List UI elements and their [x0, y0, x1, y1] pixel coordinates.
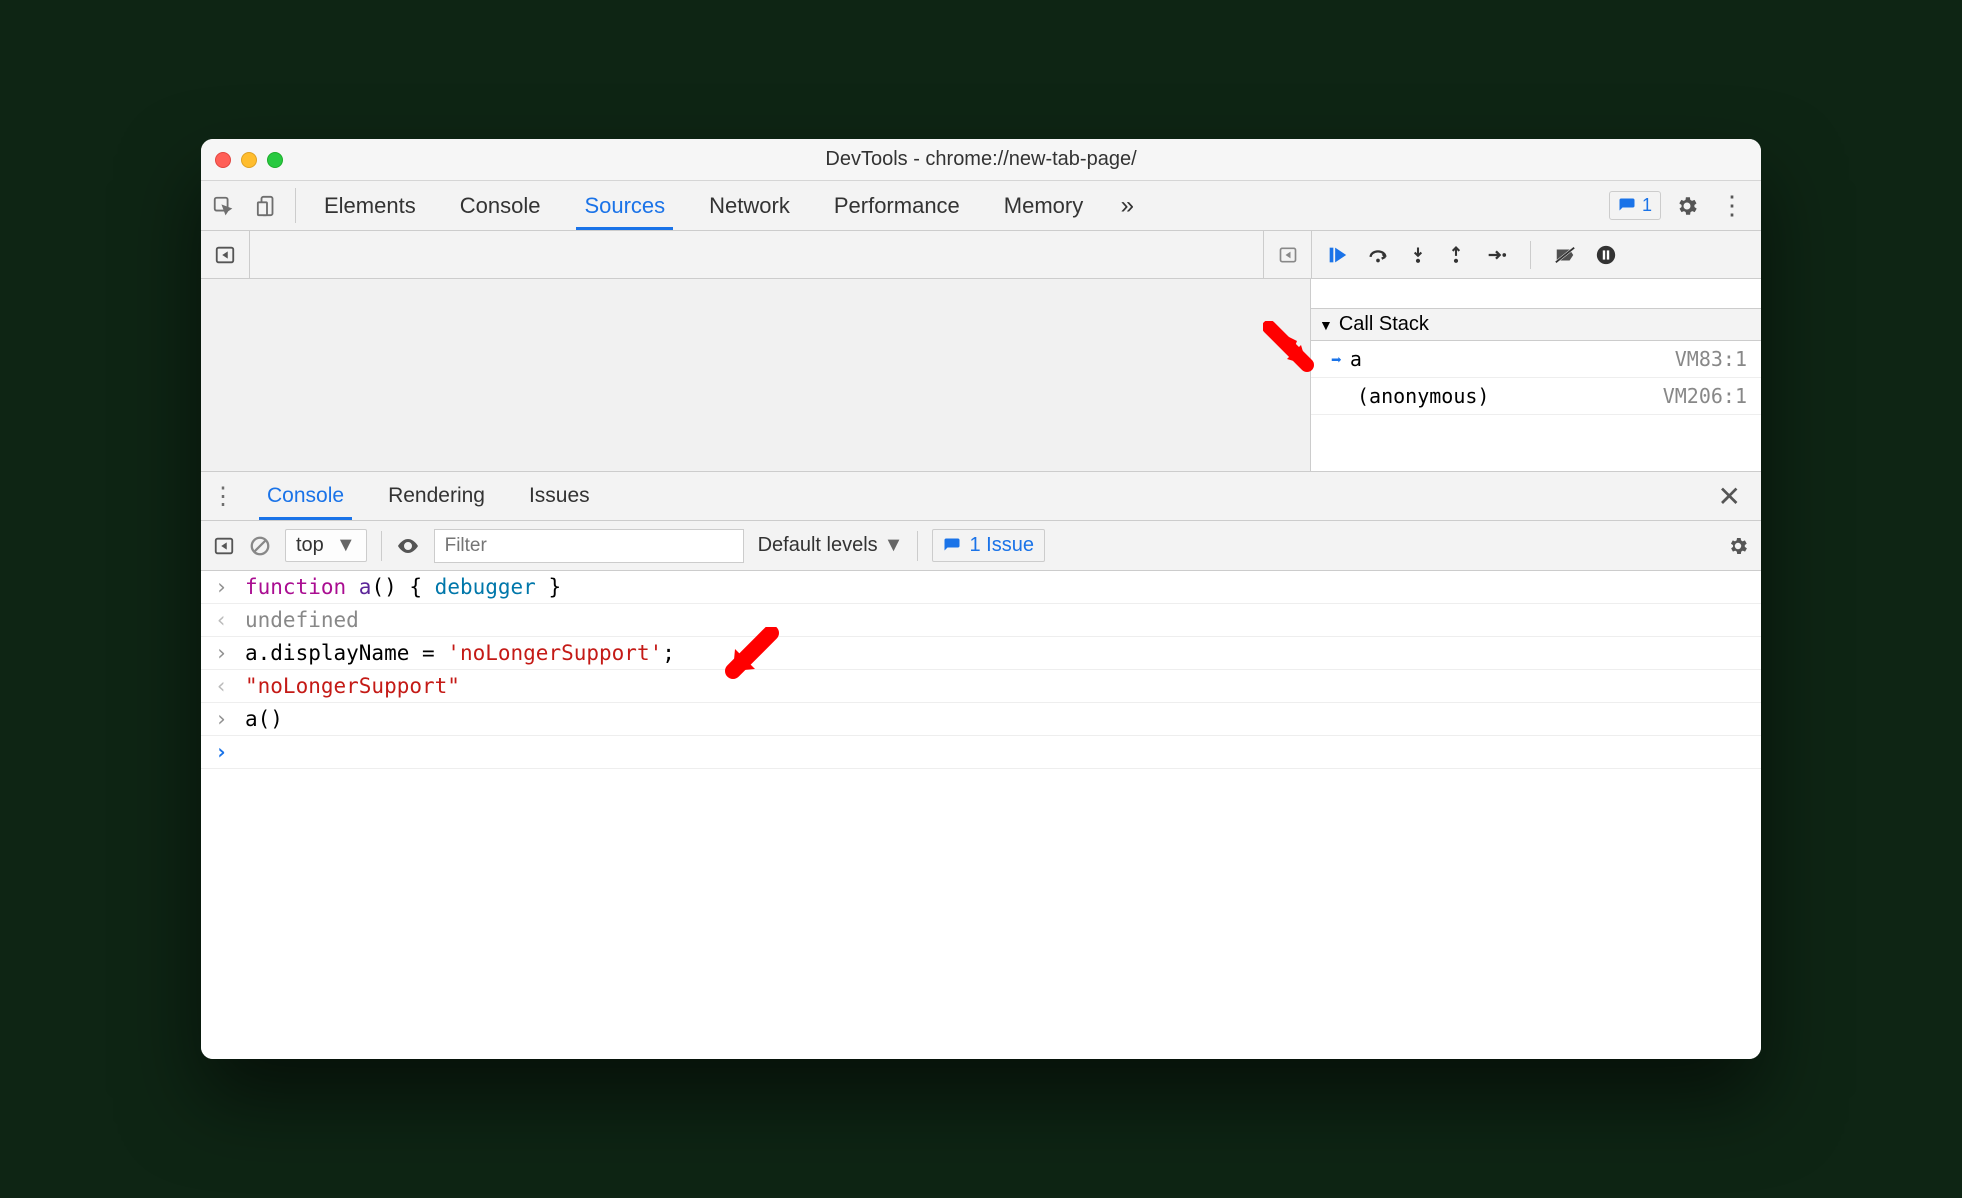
tab-performance[interactable]: Performance — [812, 181, 982, 230]
drawer-menu-icon[interactable]: ⋮ — [201, 472, 245, 520]
clear-console-icon[interactable] — [249, 535, 271, 557]
console-settings-icon[interactable] — [1727, 535, 1749, 557]
settings-icon[interactable] — [1675, 194, 1699, 218]
device-toolbar-icon[interactable] — [245, 181, 289, 230]
context-selector[interactable]: top ▼ — [285, 529, 367, 562]
sources-toolbar — [201, 231, 1761, 279]
console-row: ›a.displayName = 'noLongerSupport'; — [201, 637, 1761, 670]
debugger-toolbar — [1311, 231, 1761, 278]
drawer-tabbar: ⋮ ConsoleRenderingIssues ✕ — [201, 471, 1761, 521]
context-label: top — [296, 534, 324, 557]
call-stack-label: Call Stack — [1339, 313, 1429, 336]
editor-area[interactable] — [201, 279, 1311, 471]
call-stack-header[interactable]: ▼ Call Stack — [1311, 309, 1761, 341]
show-navigator-icon[interactable] — [201, 244, 249, 266]
close-drawer-icon[interactable]: ✕ — [1698, 472, 1761, 520]
window-title: DevTools - chrome://new-tab-page/ — [201, 148, 1761, 171]
step-out-icon[interactable] — [1446, 244, 1466, 266]
log-levels-dropdown[interactable]: Default levels ▼ — [758, 534, 904, 557]
step-icon[interactable] — [1484, 244, 1508, 266]
tab-elements[interactable]: Elements — [302, 181, 438, 230]
issues-badge[interactable]: 1 — [1609, 191, 1661, 220]
toggle-drawer-icon[interactable] — [1263, 231, 1311, 278]
drawer-tab-console[interactable]: Console — [245, 472, 366, 520]
scope-collapsed-row[interactable] — [1311, 279, 1761, 309]
drawer-tab-rendering[interactable]: Rendering — [366, 472, 507, 520]
call-stack-frame[interactable]: ➡aVM83:1 — [1311, 341, 1761, 378]
step-into-icon[interactable] — [1408, 244, 1428, 266]
devtools-window: DevTools - chrome://new-tab-page/ Elemen… — [201, 139, 1761, 1059]
issues-count: 1 — [1642, 195, 1652, 216]
kebab-menu-icon[interactable]: ⋮ — [1713, 190, 1751, 221]
pause-on-exceptions-icon[interactable] — [1595, 244, 1617, 266]
console-row: ‹"noLongerSupport" — [201, 670, 1761, 703]
sources-panel: ▼ Call Stack ➡aVM83:1(anonymous)VM206:1 — [201, 279, 1761, 471]
main-tabbar: ElementsConsoleSourcesNetworkPerformance… — [201, 181, 1761, 231]
inspect-element-icon[interactable] — [201, 181, 245, 230]
resume-button[interactable] — [1326, 244, 1348, 266]
debugger-sidebar: ▼ Call Stack ➡aVM83:1(anonymous)VM206:1 — [1311, 279, 1761, 471]
issue-link[interactable]: 1 Issue — [932, 529, 1044, 562]
more-tabs-button[interactable]: » — [1105, 181, 1149, 230]
console-toolbar: top ▼ Default levels ▼ 1 Issue — [201, 521, 1761, 571]
call-stack-frame[interactable]: (anonymous)VM206:1 — [1311, 378, 1761, 415]
run-snippet-icon[interactable] — [213, 535, 235, 557]
tab-network[interactable]: Network — [687, 181, 812, 230]
tab-memory[interactable]: Memory — [982, 181, 1105, 230]
console-row: ›a() — [201, 703, 1761, 736]
console-row[interactable]: › — [201, 736, 1761, 769]
drawer-tab-issues[interactable]: Issues — [507, 472, 612, 520]
tab-sources[interactable]: Sources — [562, 181, 687, 230]
console-row: ‹undefined — [201, 604, 1761, 637]
console-row: ›function a() { debugger } — [201, 571, 1761, 604]
tab-console[interactable]: Console — [438, 181, 563, 230]
live-expression-icon[interactable] — [396, 534, 420, 558]
console-log[interactable]: ›function a() { debugger }‹undefined›a.d… — [201, 571, 1761, 1059]
console-filter-input[interactable] — [434, 529, 744, 563]
deactivate-breakpoints-icon[interactable] — [1553, 244, 1577, 266]
window-titlebar: DevTools - chrome://new-tab-page/ — [201, 139, 1761, 181]
step-over-icon[interactable] — [1366, 244, 1390, 266]
